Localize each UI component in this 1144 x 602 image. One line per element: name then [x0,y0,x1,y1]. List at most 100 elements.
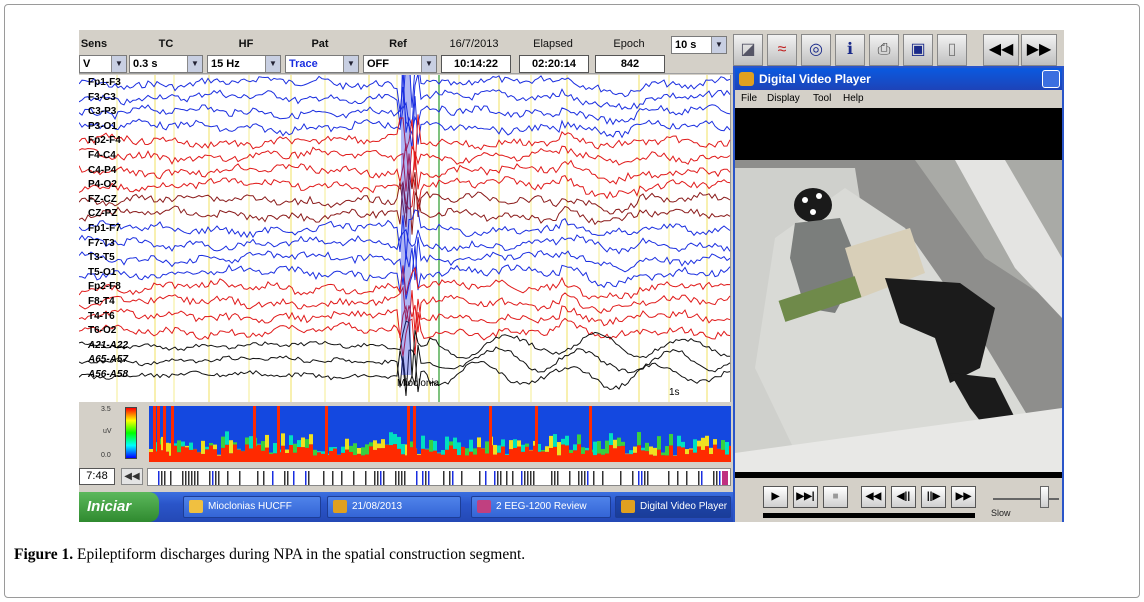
ref-select[interactable]: OFF ▼ [363,55,437,73]
timeline-cursor[interactable] [722,471,728,485]
step-forward-button[interactable]: ||▶ [921,486,946,508]
timeline-mark [323,471,325,485]
timeline-mark [500,471,502,485]
timeline-mark [185,471,187,485]
hf-select[interactable]: 15 Hz ▼ [207,55,281,73]
spectrogram-low-band [469,451,473,462]
pat-select[interactable]: Trace ▼ [285,55,359,73]
spectrogram-mid-band [273,443,277,454]
timeline-mark [506,471,508,485]
spectrogram-low-band [609,445,613,462]
spectrogram-low-band [649,454,653,462]
speed-slider-thumb[interactable] [1040,486,1049,508]
spectrogram-mid-band [609,433,613,446]
eeg-app-icon [477,500,491,513]
fast-forward-button[interactable]: ▶▶ [951,486,976,508]
timeline-mark [380,471,382,485]
channel-label: A65-A57 [88,354,129,366]
menu-help[interactable]: Help [843,93,864,104]
spectrogram-mid-band [361,447,365,456]
spectrogram-mid-band [697,440,701,447]
timeline-mark [164,471,166,485]
spectrogram-low-band [505,454,509,462]
task-mioclonias[interactable]: Mioclonias HUCFF [183,496,321,518]
spectrogram-low-band [605,453,609,462]
video-progress-bar[interactable] [763,513,975,518]
scale-icon[interactable]: ≈ [767,34,797,66]
channel-label: T6-O2 [88,325,117,337]
menu-tool[interactable]: Tool [813,93,831,104]
spectrogram-mid-band [149,448,153,453]
step-back-button[interactable]: ◀|| [891,486,916,508]
spectrogram-mid-band [645,442,649,452]
timeline-mark [443,471,445,485]
fast-play-button[interactable]: ▶▶| [793,486,818,508]
start-button[interactable]: Iniciar [79,492,159,522]
spectrogram-spike [171,406,174,462]
play-button[interactable]: ▶ [763,486,788,508]
channel-label: Fp1-F7 [88,223,121,234]
epoch-label: Epoch [613,38,645,50]
video-controls: ▶ ▶▶| ■ ◀◀ ◀|| ||▶ ▶▶ Slow [735,478,1062,522]
spectrogram-low-band [397,448,401,462]
spectrogram-low-band [701,449,705,462]
timeline-mark [569,471,571,485]
menu-file[interactable]: File [741,93,757,104]
timeline-mark [551,471,553,485]
montage-icon[interactable]: ◪ [733,34,763,66]
forward-icon[interactable]: ▶▶ [1021,34,1057,66]
info-icon[interactable]: ℹ [835,34,865,66]
tc-value: 0.3 s [133,58,158,70]
timeline-mark [395,471,397,485]
spectrogram-mid-band [397,436,401,449]
spectrogram-mid-band [685,449,689,455]
window-select[interactable]: 10 s ▼ [671,36,727,54]
spectrogram-low-band [421,448,425,462]
video-player-window: Digital Video Player File Display Tool H… [733,66,1064,522]
spectrogram-mid-band [633,446,637,453]
task-video-player[interactable]: Digital Video Player [615,496,731,518]
spectrogram-low-band [193,449,197,462]
spectrogram-colorbar [125,407,137,459]
window-button[interactable] [1042,70,1060,88]
spectrogram-low-band [669,445,673,462]
spectrogram-low-band [549,447,553,462]
chevron-down-icon: ▼ [111,56,126,72]
spectrogram-mid-band [545,446,549,452]
spectrogram-mid-band [305,439,309,448]
spectrogram-mid-band [177,440,181,453]
ref-value: OFF [367,58,389,70]
timeline-prev-button[interactable]: ◀◀ [121,468,143,485]
tc-select[interactable]: 0.3 s ▼ [129,55,203,73]
figure-label: Figure 1. [14,546,74,563]
task-eeg-review[interactable]: 2 EEG-1200 Review [471,496,611,518]
spectrogram-low-band [249,448,253,462]
book-icon[interactable]: ▯ [937,34,967,66]
rewind-icon[interactable]: ◀◀ [983,34,1019,66]
scale-top: 3.5 [101,406,111,413]
timeline-mark [353,471,355,485]
spectrogram-low-band [449,445,453,462]
photo-icon[interactable]: ▣ [903,34,933,66]
spectrogram-low-band [569,452,573,462]
timeline-mark [404,471,406,485]
print-icon[interactable]: ⎙ [869,34,899,66]
task-date[interactable]: 21/08/2013 [327,496,461,518]
timeline-mark [716,471,718,485]
spectrogram-low-band [577,444,581,462]
grid-icon[interactable]: ◎ [801,34,831,66]
window-value: 10 s [675,39,697,51]
chevron-down-icon: ▼ [187,56,202,72]
timeline-mark [602,471,604,485]
spectrogram-low-band [709,454,713,462]
speed-slider-track[interactable] [993,498,1059,500]
stop-button[interactable]: ■ [823,486,848,508]
menu-display[interactable]: Display [767,93,800,104]
timeline-mark [701,471,703,485]
spectrogram-mid-band [553,434,557,447]
spectrogram-mid-band [257,443,261,445]
sens-select[interactable]: V ▼ [79,55,127,73]
spectrogram-mid-band [265,434,269,448]
timeline-track[interactable] [147,468,731,486]
rewind-button[interactable]: ◀◀ [861,486,886,508]
